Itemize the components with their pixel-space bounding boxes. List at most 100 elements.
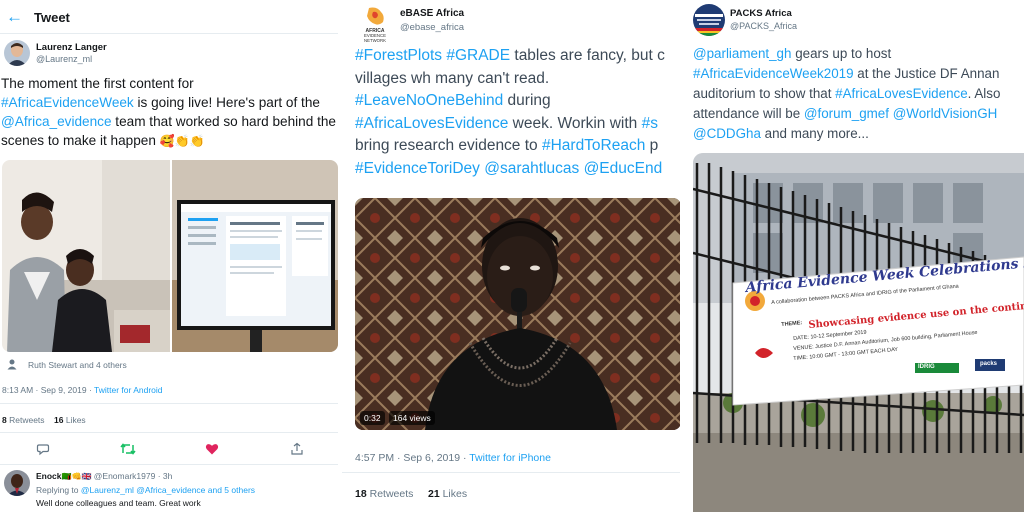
avatar[interactable]: AFRICA EVIDENCE NETWORK (355, 4, 395, 44)
tweet-text-line: #LeaveNoOneBehind during (355, 90, 680, 113)
video-player[interactable]: 0:32 164 views (355, 198, 680, 430)
flag-emojis: 🇿🇲👊🇬🇧 (61, 472, 92, 481)
panel-separator (680, 0, 684, 512)
author-name[interactable]: PACKS Africa (730, 8, 792, 19)
tweet-text-line: bring research evidence to #HardToReach … (355, 135, 680, 158)
retweet-count[interactable]: 8 (2, 415, 7, 425)
mention-link[interactable]: @forum_gmef (804, 106, 889, 121)
retweet-icon[interactable] (120, 442, 136, 456)
tweet-timestamp: 4:57 PM · Sep 6, 2019 · Twitter for iPho… (355, 452, 551, 464)
tweet-text-fragment: scenes to make it happen (1, 133, 156, 148)
source-link[interactable]: Twitter for Android (94, 385, 163, 395)
author-name[interactable]: Laurenz Langer (36, 42, 107, 53)
timestamp-text: 4:57 PM · Sep 6, 2019 · (355, 452, 470, 464)
reply-icon[interactable] (36, 442, 50, 456)
tweet-text-line: #ForestPlots #GRADE tables are fancy, bu… (355, 45, 680, 68)
hashtag-link[interactable]: #EvidenceToriDey (355, 160, 480, 177)
mention-link[interactable]: @EducEnd (584, 160, 663, 177)
tweet-text-fragment: team that worked so hard behind the (111, 114, 336, 129)
tweet-text-line: villages wh many can't read. (355, 69, 550, 87)
tweet-text-fragment: attendance will be (693, 106, 804, 121)
retweet-label[interactable]: Retweets (370, 488, 414, 500)
video-frame (355, 198, 680, 430)
replying-to-links[interactable]: @Laurenz_ml @Africa_evidence and 5 other… (81, 485, 255, 495)
timestamp-text: 8:13 AM · Sep 9, 2019 · (2, 385, 94, 395)
like-label[interactable]: Likes (66, 415, 86, 425)
hashtag-link[interactable]: #AfricaEvidenceWeek (1, 95, 134, 110)
idrig-logo: IDRIG (918, 364, 935, 370)
tweet-panel-laurenz: ← Tweet Laurenz Langer @Laurenz_ml The m… (0, 0, 338, 512)
tweet-text-line: The moment the first content for (1, 76, 194, 91)
replying-to: Replying to @Laurenz_ml @Africa_evidence… (36, 485, 255, 495)
hashtag-link[interactable]: #GRADE (446, 47, 510, 64)
retweet-count[interactable]: 18 (355, 488, 367, 500)
tweet-text-fragment: during (503, 92, 551, 109)
video-duration: 0:32 (360, 411, 385, 425)
replying-to-label: Replying to (36, 485, 81, 495)
tweet-stats: 8 Retweets 16 Likes (2, 415, 86, 425)
author-handle[interactable]: @ebase_africa (400, 22, 464, 33)
reply-author-handle[interactable]: @Enomark1979 · 3h (94, 471, 173, 481)
tweet-text-fragment: at the Justice DF Annan (853, 66, 1000, 81)
hashtag-link[interactable]: #AfricaLovesEvidence (355, 115, 508, 132)
tweet-stats: 18 Retweets 21 Likes (355, 488, 467, 500)
tagged-users-link[interactable]: Ruth Stewart and 4 others (28, 360, 127, 370)
reply-text: Well done colleagues and team. Great wor… (36, 498, 201, 508)
reply-author-name[interactable]: Enock (36, 471, 62, 481)
source-link[interactable]: Twitter for iPhone (469, 452, 551, 464)
heart-icon[interactable] (205, 442, 219, 456)
tweet-text-fragment: auditorium to show that (693, 86, 836, 101)
tweet-text-line: #AfricaLovesEvidence week. Workin with #… (355, 113, 680, 136)
tweet-photo[interactable]: Africa Evidence Week Celebrations 2019 A… (693, 153, 1024, 512)
hashtag-link[interactable]: #s (642, 115, 658, 132)
packs-logo: packs (980, 361, 998, 367)
emoji: 🥰👏👏 (159, 134, 205, 148)
video-views: 164 views (389, 411, 435, 425)
panel-separator (338, 0, 342, 512)
retweet-label[interactable]: Retweets (9, 415, 44, 425)
mention-link[interactable]: @WorldVisionGH (893, 106, 998, 121)
author-handle[interactable]: @Laurenz_ml (36, 54, 92, 64)
mention-link[interactable]: @CDDGha (693, 126, 761, 141)
reply-author: Enock🇿🇲👊🇬🇧 @Enomark1979 · 3h (36, 471, 172, 481)
tweet-header: ← Tweet (0, 0, 338, 34)
svg-text:NETWORK: NETWORK (364, 38, 386, 43)
tweet-text-fragment: . Also (967, 86, 1001, 101)
reply-avatar[interactable] (4, 470, 30, 496)
hashtag-link[interactable]: #LeaveNoOneBehind (355, 92, 503, 109)
tweet-panel-ebase: AFRICA EVIDENCE NETWORK eBASE Africa @eb… (342, 0, 680, 512)
divider (0, 403, 338, 404)
author-name[interactable]: eBASE Africa (400, 8, 464, 19)
tweet-text-line: auditorium to show that #AfricaLovesEvid… (693, 84, 1024, 104)
tweet-text-line: @Africa_evidence team that worked so har… (1, 112, 338, 131)
divider (0, 464, 338, 465)
tweet-text-line: #EvidenceToriDey @sarahtlucas @EducEnd (355, 158, 680, 181)
tweet-text-fragment: gears up to host (791, 46, 892, 61)
tweet-text-line: #AfricaEvidenceWeek is going live! Here'… (1, 93, 338, 112)
tweet-text-line: scenes to make it happen 🥰👏👏 (1, 131, 338, 151)
tweet-text-fragment: tables are fancy, but c (510, 47, 665, 64)
mention-link[interactable]: @parliament_gh (693, 46, 791, 61)
like-label[interactable]: Likes (443, 488, 468, 500)
avatar[interactable] (693, 4, 725, 36)
tweet-panel-packs: PACKS Africa @PACKS_Africa @parliament_g… (684, 0, 1024, 512)
back-arrow-icon[interactable]: ← (6, 7, 23, 27)
tweet-text-fragment: week. Workin with (508, 114, 642, 132)
page-title: Tweet (34, 10, 70, 25)
like-count[interactable]: 16 (54, 415, 63, 425)
share-icon[interactable] (290, 442, 304, 456)
hashtag-link[interactable]: #HardToReach (542, 137, 645, 154)
mention-link[interactable]: @sarahtlucas (484, 160, 579, 177)
like-count[interactable]: 21 (428, 488, 440, 500)
tweet-text-fragment: bring research evidence to (355, 137, 542, 154)
author-handle[interactable]: @PACKS_Africa (730, 21, 797, 31)
hashtag-link[interactable]: #AfricaEvidenceWeek2019 (693, 66, 854, 81)
tweet-text-line: attendance will be @forum_gmef @WorldVis… (693, 104, 1024, 124)
person-icon (7, 359, 17, 370)
tweet-photos[interactable] (2, 160, 338, 352)
mention-link[interactable]: @Africa_evidence (1, 114, 112, 129)
tweet-text-fragment: is going live! Here's part of the (133, 95, 320, 110)
hashtag-link[interactable]: #ForestPlots (355, 47, 442, 64)
avatar[interactable] (4, 40, 30, 66)
hashtag-link[interactable]: #AfricaLovesEvidence (835, 86, 968, 101)
